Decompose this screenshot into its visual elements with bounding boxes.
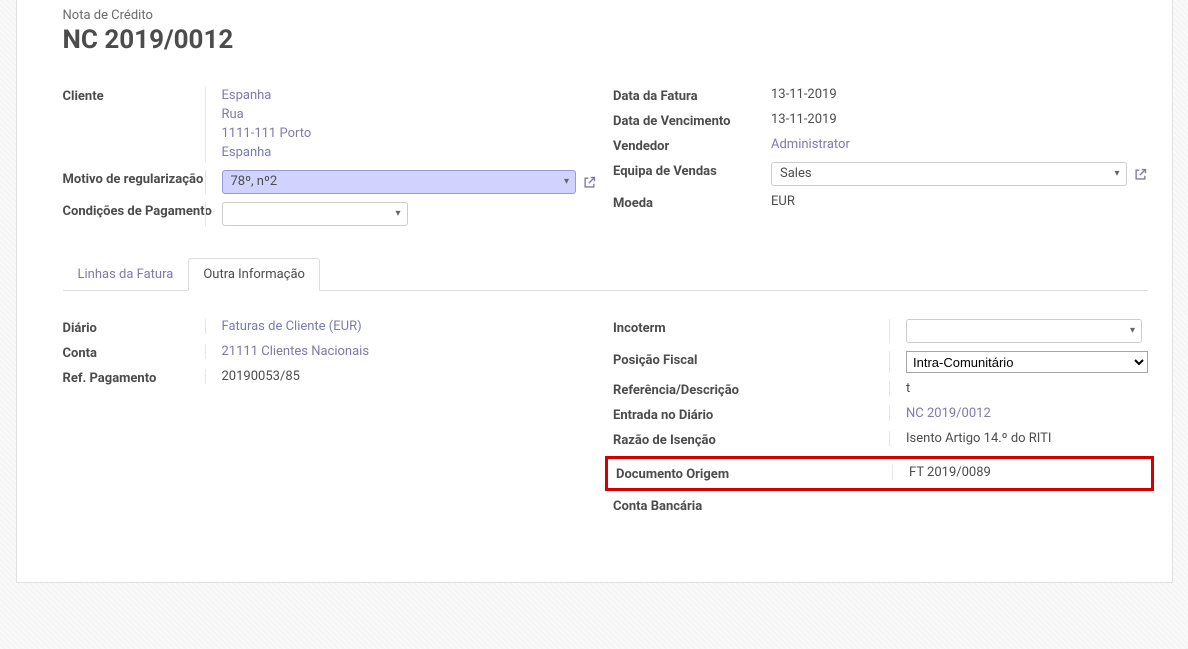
moeda-value: EUR	[771, 194, 1148, 209]
left-column: Cliente Espanha Rua 1111-111 Porto Espan…	[63, 87, 598, 234]
motivo-selected: 78º, nº2	[231, 174, 278, 189]
razao-value: Isento Artigo 14.º do RITI	[889, 431, 1148, 446]
caret-down-icon: ▾	[1130, 320, 1135, 342]
data-fatura-value: 13-11-2019	[771, 87, 1148, 102]
cliente-label: Cliente	[63, 87, 221, 104]
motivo-label: Motivo de regularização	[63, 170, 221, 187]
vendedor-label: Vendedor	[613, 137, 771, 154]
equipa-select[interactable]: Sales ▾	[771, 162, 1127, 186]
condicoes-label: Condições de Pagamento	[63, 202, 221, 219]
entrada-link[interactable]: NC 2019/0012	[889, 406, 1148, 421]
external-link-icon[interactable]	[582, 175, 597, 190]
outra-right-column: Incoterm ▾ Posição Fiscal Intra-Comunitá…	[613, 319, 1148, 522]
tab-bar: Linhas da Fatura Outra Informação	[63, 258, 1148, 291]
moeda-label: Moeda	[613, 194, 771, 211]
doc-type-label: Nota de Crédito	[63, 8, 1148, 23]
form-header: Nota de Crédito NC 2019/0012	[17, 0, 1172, 71]
razao-label: Razão de Isenção	[613, 431, 905, 448]
caret-down-icon: ▾	[395, 203, 400, 225]
conta-label: Conta	[63, 344, 221, 361]
cliente-line3: Espanha	[222, 144, 598, 163]
cliente-line2: 1111-111 Porto	[222, 125, 598, 144]
doc-origem-label: Documento Origem	[616, 465, 908, 482]
tab-linhas[interactable]: Linhas da Fatura	[63, 258, 189, 291]
external-link-icon[interactable]	[1133, 167, 1148, 182]
data-venc-value: 13-11-2019	[771, 112, 1148, 127]
credit-note-form: Nota de Crédito NC 2019/0012 Cliente Esp…	[16, 0, 1173, 583]
referencia-label: Referência/Descrição	[613, 381, 905, 398]
entrada-label: Entrada no Diário	[613, 406, 905, 423]
conta-bancaria-label: Conta Bancária	[613, 497, 905, 514]
caret-down-icon: ▾	[564, 171, 569, 193]
outra-left-column: Diário Faturas de Cliente (EUR) Conta 21…	[63, 319, 598, 522]
ref-label: Ref. Pagamento	[63, 369, 221, 386]
referencia-value: t	[889, 381, 1148, 396]
tab-outra[interactable]: Outra Informação	[188, 258, 320, 291]
doc-number: NC 2019/0012	[63, 25, 1148, 55]
doc-origem-highlight: Documento Origem FT 2019/0089	[605, 456, 1154, 491]
vendedor-link[interactable]: Administrator	[771, 137, 1148, 152]
conta-link[interactable]: 21111 Clientes Nacionais	[205, 344, 598, 359]
cliente-address: Espanha Rua 1111-111 Porto Espanha	[205, 87, 598, 162]
cliente-name-link[interactable]: Espanha	[222, 87, 598, 106]
diario-label: Diário	[63, 319, 221, 336]
right-column: Data da Fatura 13-11-2019 Data de Vencim…	[613, 87, 1148, 234]
diario-link[interactable]: Faturas de Cliente (EUR)	[205, 319, 598, 334]
equipa-selected: Sales	[780, 166, 812, 181]
doc-origem-value: FT 2019/0089	[892, 465, 1145, 480]
cliente-line1: Rua	[222, 106, 598, 125]
motivo-select[interactable]: 78º, nº2 ▾	[222, 170, 577, 194]
tab-content-outra: Diário Faturas de Cliente (EUR) Conta 21…	[17, 291, 1172, 582]
data-fatura-label: Data da Fatura	[613, 87, 771, 104]
caret-down-icon: ▾	[1114, 163, 1119, 185]
equipa-label: Equipa de Vendas	[613, 162, 771, 179]
posicao-select[interactable]: Intra-Comunitário	[906, 351, 1148, 373]
condicoes-select[interactable]: ▾	[222, 202, 408, 226]
incoterm-label: Incoterm	[613, 319, 905, 336]
ref-value: 20190053/85	[205, 369, 598, 384]
main-fields: Cliente Espanha Rua 1111-111 Porto Espan…	[17, 71, 1172, 242]
data-venc-label: Data de Vencimento	[613, 112, 771, 129]
posicao-label: Posição Fiscal	[613, 351, 905, 368]
incoterm-select[interactable]: ▾	[906, 319, 1142, 343]
